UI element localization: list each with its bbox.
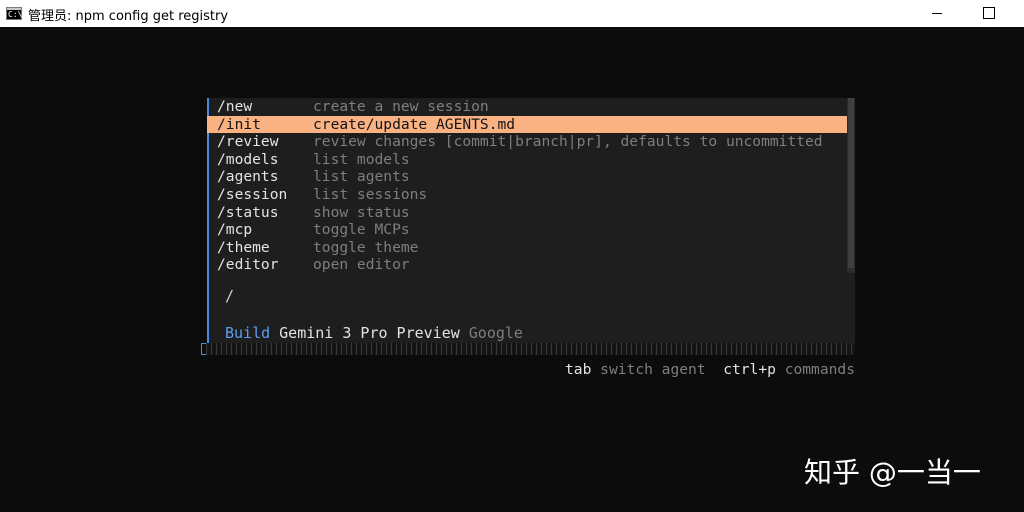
menu-item-description: open editor: [313, 256, 410, 274]
menu-item-description: review changes [commit|branch|pr], defau…: [313, 133, 823, 151]
provider-name: Google: [468, 324, 523, 342]
menu-scrollbar[interactable]: [847, 98, 855, 273]
opencode-panel: /new create a new session/init create/upda…: [207, 98, 855, 344]
maximize-button[interactable]: [965, 0, 1011, 27]
menu-item-command: /editor: [217, 256, 279, 274]
menu-item-theme[interactable]: /theme toggle theme: [207, 239, 847, 257]
menu-item-init[interactable]: /init create/update AGENTS.md: [207, 115, 847, 134]
menu-item-description: create a new session: [313, 98, 489, 115]
menu-item-command: /init: [217, 115, 261, 133]
menu-item-description: show status: [313, 203, 410, 221]
zhihu-watermark: 知乎 @一当一: [804, 456, 981, 489]
menu-item-new[interactable]: /new create a new session: [207, 98, 847, 116]
minimize-button[interactable]: [914, 0, 960, 27]
menu-item-description: list models: [313, 150, 410, 168]
menu-item-description: list agents: [313, 168, 410, 186]
menu-item-command: /models: [217, 150, 279, 168]
menu-item-session[interactable]: /session list sessions: [207, 186, 847, 204]
title-bar: C:\ 管理员: npm config get registry: [0, 0, 1024, 27]
menu-item-command: /review: [217, 133, 279, 151]
terminal-area: /new create a new session/init create/upda…: [0, 27, 1024, 512]
status-line: Build Gemini 3 Pro Preview Google: [225, 324, 523, 342]
panel-bottom-border: [201, 343, 855, 355]
commands-key-label: commands: [784, 361, 855, 378]
window-title: 管理员: npm config get registry: [28, 9, 229, 24]
menu-item-mcp[interactable]: /mcp toggle MCPs: [207, 221, 847, 239]
menu-item-status[interactable]: /status show status: [207, 204, 847, 222]
command-menu: /new create a new session/init create/upda…: [207, 98, 847, 274]
menu-item-command: /agents: [217, 168, 279, 186]
tab-key-label: switch agent: [600, 361, 706, 378]
keyboard-hints: tab switch agent ctrl+p commands: [565, 361, 855, 378]
menu-item-description: toggle theme: [313, 238, 419, 256]
prompt-input[interactable]: /: [225, 287, 234, 305]
menu-item-description: list sessions: [313, 185, 428, 203]
command-prompt-icon: C:\: [6, 7, 22, 20]
agent-name[interactable]: Build: [225, 324, 270, 342]
menu-item-command: /new: [217, 98, 253, 115]
menu-item-review[interactable]: /review review changes [commit|branch|pr]…: [207, 133, 847, 151]
border-bracket: [201, 343, 206, 355]
model-name: Gemini 3 Pro Preview: [279, 324, 460, 342]
menu-item-models[interactable]: /models list models: [207, 151, 847, 169]
menu-item-command: /session: [217, 185, 288, 203]
commands-key-hint: ctrl+p: [723, 361, 776, 378]
scrollbar-thumb[interactable]: [848, 98, 854, 268]
menu-item-agents[interactable]: /agents list agents: [207, 168, 847, 186]
menu-item-description: toggle MCPs: [313, 221, 410, 239]
menu-item-command: /mcp: [217, 221, 253, 239]
menu-item-command: /status: [217, 203, 279, 221]
menu-item-description: create/update AGENTS.md: [313, 115, 516, 133]
menu-item-editor[interactable]: /editor open editor: [207, 256, 847, 274]
menu-item-command: /theme: [217, 238, 270, 256]
tab-key-hint: tab: [565, 361, 592, 378]
